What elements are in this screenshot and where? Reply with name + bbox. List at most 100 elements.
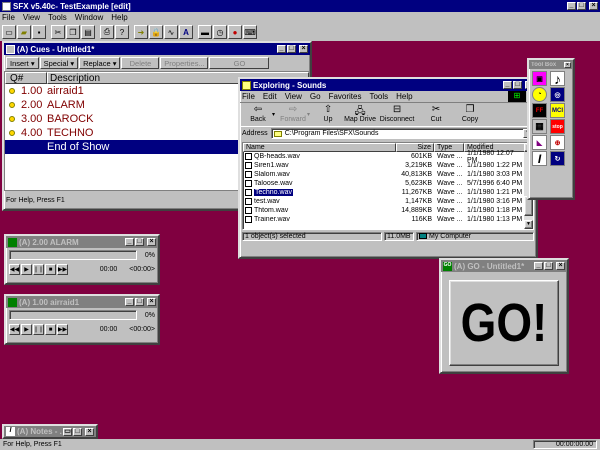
special-dropdown[interactable]: Special ▾: [39, 57, 79, 69]
menu-edit[interactable]: Edit: [263, 92, 277, 101]
file-row[interactable]: Techno.wav 11,267KB Wave ... 1/1/1980 1:21 …: [243, 188, 523, 197]
play-icon[interactable]: ▶: [21, 264, 32, 275]
restore-button[interactable]: ▭: [63, 427, 72, 436]
explorer-title-bar[interactable]: Exploring - Sounds _ □ ×: [240, 79, 536, 91]
target-icon[interactable]: ⊕: [550, 135, 565, 150]
lock-icon[interactable]: 🔒: [149, 25, 163, 39]
menu-help[interactable]: Help: [111, 13, 127, 22]
menu-file[interactable]: File: [242, 92, 255, 101]
replace-dropdown[interactable]: Replace ▾: [79, 57, 121, 69]
maximize-button[interactable]: □: [135, 298, 144, 306]
minimize-button[interactable]: _: [503, 81, 512, 89]
column-size[interactable]: Size: [396, 143, 434, 152]
close-button[interactable]: ×: [556, 262, 565, 270]
midi-icon[interactable]: MCI: [550, 103, 565, 118]
go-big-button[interactable]: GO!: [449, 280, 559, 366]
file-row[interactable]: Thtom.wav 14,889KB Wave ... 1/1/1980 1:18 P…: [243, 206, 523, 215]
file-row[interactable]: QB-heads.wav 601KB Wave ... 1/1/1980 12:07 …: [243, 150, 523, 164]
minimize-button[interactable]: _: [125, 238, 134, 246]
pause-icon[interactable]: ❚❚: [33, 264, 44, 275]
print-icon[interactable]: ⎙: [100, 25, 114, 39]
disconnect-button[interactable]: ⊟ Disconnect: [378, 103, 416, 127]
ff-icon[interactable]: FF: [532, 103, 547, 118]
meter-icon[interactable]: ▬: [198, 25, 212, 39]
new-icon[interactable]: ▭: [2, 25, 16, 39]
play-icon[interactable]: ▶: [21, 324, 32, 335]
file-row[interactable]: Trainer.wav 116KB Wave ... 1/1/1980 1:13 PM: [243, 215, 523, 224]
fast-forward-icon[interactable]: ▶▶: [57, 324, 68, 335]
camera-icon[interactable]: ▣: [532, 71, 547, 86]
menu-tools[interactable]: Tools: [369, 92, 388, 101]
stop-icon[interactable]: ●: [228, 25, 242, 39]
map-drive-button[interactable]: 🖧 Map Drive: [342, 103, 378, 127]
minimize-button[interactable]: _: [125, 298, 134, 306]
column-type[interactable]: Type: [434, 143, 464, 152]
wait-icon[interactable]: ◔: [532, 87, 547, 102]
clock-icon[interactable]: ◷: [213, 25, 227, 39]
maximize-button[interactable]: □: [544, 262, 553, 270]
close-button[interactable]: ×: [85, 427, 94, 436]
address-field[interactable]: C:\Program Files\SFX\Sounds ▼: [270, 128, 534, 139]
repeat-icon[interactable]: ↻: [550, 151, 565, 166]
file-row[interactable]: test.wav 1,147KB Wave ... 1/1/1980 3:16 PM: [243, 197, 523, 206]
header-q[interactable]: Q#: [5, 72, 47, 84]
insert-dropdown[interactable]: Insert ▾: [6, 57, 39, 69]
cues-title-bar[interactable]: (A) Cues - Untitled1* _ □ ×: [4, 43, 310, 55]
alarm-player-title-bar[interactable]: (A) 2.00 ALARM _ □ ×: [6, 236, 158, 248]
stop-icon[interactable]: ■: [45, 264, 56, 275]
airraid-player-title-bar[interactable]: (A) 1.00 airraid1 _ □ ×: [6, 296, 158, 308]
menu-file[interactable]: File: [2, 13, 15, 22]
back-button[interactable]: ⇦ Back: [244, 103, 272, 127]
pause-icon[interactable]: ❚❚: [33, 324, 44, 335]
copy-icon[interactable]: ❐: [66, 25, 80, 39]
menu-go[interactable]: Go: [310, 92, 321, 101]
stop-icon[interactable]: ■: [45, 324, 56, 335]
clock-face-icon[interactable]: ◎: [550, 87, 565, 102]
go-window-title-bar[interactable]: GO (A) GO - Untitled1* _ □ ×: [441, 260, 567, 272]
column-name[interactable]: Name: [243, 143, 396, 152]
fast-forward-icon[interactable]: ▶▶: [57, 264, 68, 275]
cut-button[interactable]: ✂ Cut: [422, 103, 450, 127]
info-icon[interactable]: I: [532, 151, 547, 166]
font-icon[interactable]: A: [179, 25, 193, 39]
stop-sign-icon[interactable]: stop: [550, 119, 565, 134]
wave-icon[interactable]: ∿: [164, 25, 178, 39]
forward-button[interactable]: ⇨ Forward: [279, 103, 307, 127]
menu-favorites[interactable]: Favorites: [329, 92, 362, 101]
menu-window[interactable]: Window: [75, 13, 103, 22]
menu-help[interactable]: Help: [396, 92, 412, 101]
notes-title-bar[interactable]: I (A) Notes - ... ▭ □ ×: [4, 426, 96, 437]
maximize-button[interactable]: □: [135, 238, 144, 246]
maximize-button[interactable]: □: [287, 45, 296, 53]
file-row[interactable]: Siren1.wav 3,219KB Wave ... 1/1/1980 1:22 P…: [243, 161, 523, 170]
close-button[interactable]: ×: [589, 2, 598, 10]
minimize-button[interactable]: _: [277, 45, 286, 53]
file-row[interactable]: Slalom.wav 40,813KB Wave ... 1/1/1980 3:03 …: [243, 170, 523, 179]
palette-icon[interactable]: ▦: [532, 119, 547, 134]
help-icon[interactable]: ?: [115, 25, 129, 39]
minimize-button[interactable]: _: [534, 262, 543, 270]
paste-icon[interactable]: ▤: [81, 25, 95, 39]
file-row[interactable]: Taloose.wav 5,623KB Wave ... 5/7/1996 6:40 …: [243, 179, 523, 188]
delete-button[interactable]: Delete: [121, 57, 160, 69]
menu-tools[interactable]: Tools: [48, 13, 67, 22]
toolbox-title-bar[interactable]: Tool Box ×: [529, 60, 573, 69]
save-icon[interactable]: ▪: [32, 25, 46, 39]
close-button[interactable]: ×: [147, 238, 156, 246]
scroll-down-icon[interactable]: ▼: [524, 220, 533, 229]
close-button[interactable]: ×: [564, 61, 571, 68]
app-title-bar[interactable]: SFX v5.40c- TestExample [edit] _ □ ×: [0, 0, 600, 12]
music-note-icon[interactable]: ♪: [550, 71, 565, 87]
copy-button[interactable]: ❐ Copy: [456, 103, 484, 127]
menu-view[interactable]: View: [285, 92, 302, 101]
arrow-icon[interactable]: ➜: [134, 25, 148, 39]
maximize-button[interactable]: □: [73, 427, 82, 436]
keyboard-icon[interactable]: ⌨: [243, 25, 257, 39]
close-button[interactable]: ×: [299, 45, 308, 53]
minimize-button[interactable]: _: [567, 2, 576, 10]
rewind-icon[interactable]: ◀◀: [9, 324, 20, 335]
close-button[interactable]: ×: [147, 298, 156, 306]
open-icon[interactable]: ▰: [17, 25, 31, 39]
menu-view[interactable]: View: [23, 13, 40, 22]
go-button[interactable]: GO: [209, 57, 270, 69]
